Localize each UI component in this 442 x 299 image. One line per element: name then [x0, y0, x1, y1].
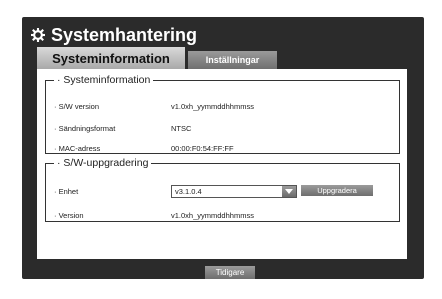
- sw-upgrade-group: · S/W-uppgradering · Enhet v3.1.0.4 Uppg…: [45, 157, 400, 222]
- system-management-window: Systemhantering Systeminformation Instäl…: [22, 17, 424, 279]
- tab-systeminformation[interactable]: Systeminformation: [37, 47, 185, 69]
- chevron-down-icon[interactable]: [282, 186, 296, 197]
- broadcast-format-value: NTSC: [171, 124, 192, 133]
- mac-address-label: · MAC-adress: [54, 144, 101, 153]
- upgrade-button[interactable]: Uppgradera: [301, 185, 373, 196]
- sw-version-value: v1.0xh_yymmddhhmmss: [171, 102, 254, 111]
- window-title-bar: Systemhantering: [22, 23, 424, 47]
- system-info-group: · Systeminformation · S/W version v1.0xh…: [45, 74, 400, 154]
- version-label: · Version: [54, 211, 84, 220]
- window-title: Systemhantering: [51, 24, 198, 45]
- device-select-value: v3.1.0.4: [175, 187, 202, 196]
- system-info-legend: · Systeminformation: [57, 74, 151, 86]
- sw-version-label: · S/W version: [54, 102, 100, 111]
- device-select[interactable]: v3.1.0.4: [171, 185, 297, 198]
- back-button[interactable]: Tidigare: [205, 266, 255, 279]
- version-value: v1.0xh_yymmddhhmmss: [171, 211, 254, 220]
- device-label: · Enhet: [54, 187, 79, 196]
- gear-icon: [31, 28, 45, 42]
- broadcast-format-label: · Sändningsformat: [54, 124, 116, 133]
- content-panel: · Systeminformation · S/W version v1.0xh…: [37, 69, 407, 259]
- sw-upgrade-legend: · S/W-uppgradering: [57, 157, 149, 169]
- mac-address-value: 00:00:F0:54:FF:FF: [171, 144, 234, 153]
- tab-installningar[interactable]: Inställningar: [188, 51, 277, 69]
